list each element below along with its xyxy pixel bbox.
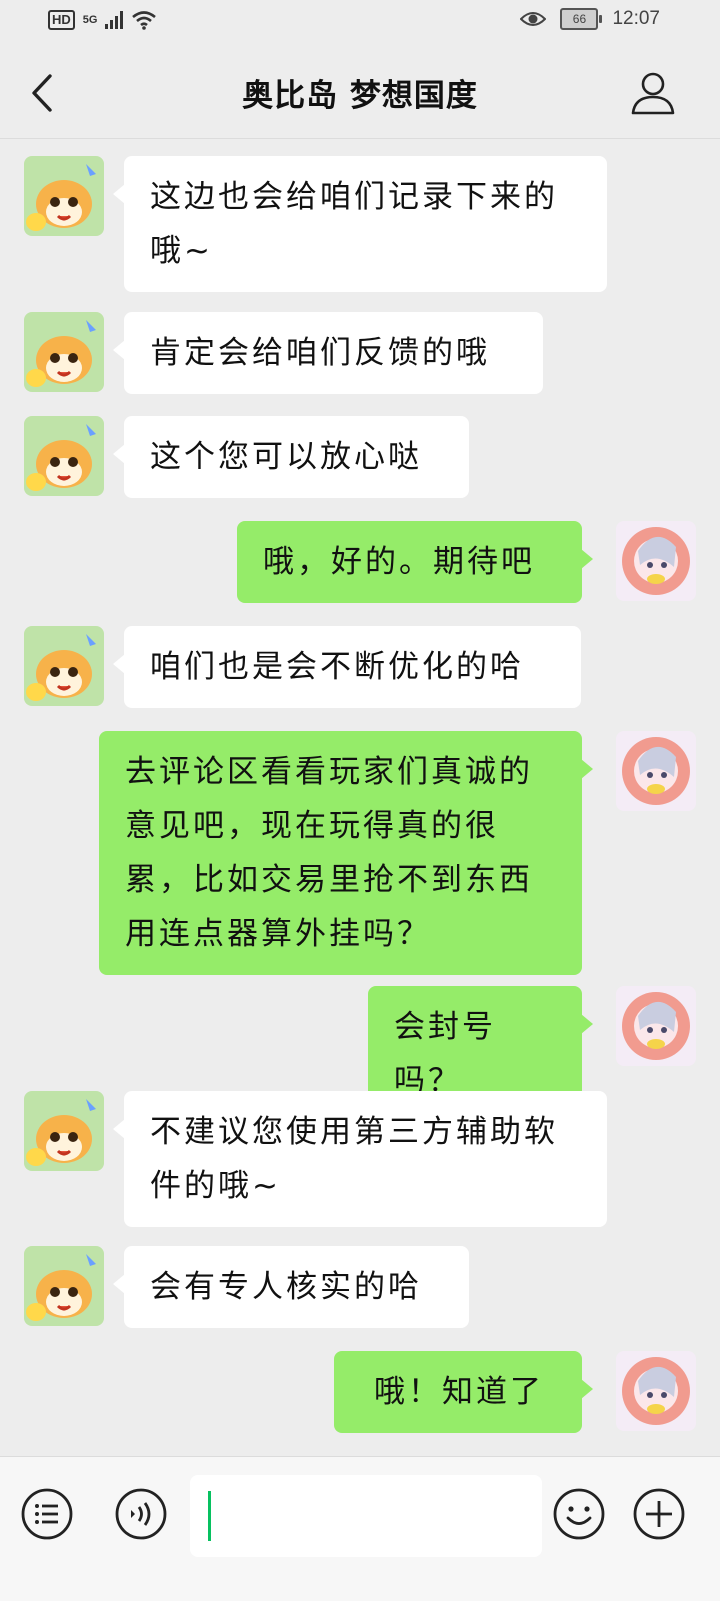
bot-avatar[interactable] — [24, 156, 104, 236]
user-avatar[interactable] — [616, 521, 696, 601]
wifi-icon — [132, 11, 157, 30]
bot-avatar[interactable] — [24, 416, 104, 496]
outgoing-bubble[interactable]: 去评论区看看玩家们真诚的意见吧，现在玩得真的很累，比如交易里抢不到东西用连点器算… — [99, 731, 593, 975]
eye-icon — [520, 12, 547, 26]
chat-header: 奥比岛 梦想国度 — [0, 48, 720, 138]
bot-avatar[interactable] — [24, 312, 104, 392]
voice-icon[interactable] — [114, 1487, 168, 1541]
incoming-bubble[interactable]: 肯定会给咱们反馈的哦 — [113, 312, 543, 394]
chat-title: 奥比岛 梦想国度 — [242, 78, 478, 114]
text-caret — [208, 1491, 211, 1541]
outgoing-bubble[interactable]: 哦！知道了 — [334, 1351, 593, 1433]
bot-avatar[interactable] — [24, 1091, 104, 1171]
user-avatar[interactable] — [616, 731, 696, 811]
user-avatar[interactable] — [616, 986, 696, 1066]
incoming-bubble[interactable]: 会有专人核实的哈 — [113, 1246, 469, 1328]
incoming-bubble[interactable]: 咱们也是会不断优化的哈 — [113, 626, 581, 708]
hd-indicator: HD — [48, 10, 75, 30]
bot-avatar[interactable] — [24, 1246, 104, 1326]
plus-icon[interactable] — [632, 1487, 686, 1541]
list-menu-icon[interactable] — [20, 1487, 74, 1541]
bot-avatar[interactable] — [24, 626, 104, 706]
status-left: HD 5G — [48, 10, 157, 30]
person-icon[interactable] — [630, 70, 676, 116]
status-bar: HD 5G 66 12:07 — [0, 0, 720, 44]
clock: 12:07 — [612, 8, 660, 29]
header-divider — [0, 138, 720, 139]
signal-icon — [105, 11, 124, 29]
smiley-icon[interactable] — [552, 1487, 606, 1541]
status-right: 66 12:07 — [520, 8, 660, 30]
input-bar — [0, 1456, 720, 1601]
incoming-bubble[interactable]: 这个您可以放心哒 — [113, 416, 469, 498]
incoming-bubble[interactable]: 这边也会给咱们记录下来的哦~ — [113, 156, 607, 292]
user-avatar[interactable] — [616, 1351, 696, 1431]
outgoing-bubble[interactable]: 哦，好的。期待吧 — [237, 521, 593, 603]
message-input[interactable] — [190, 1475, 542, 1557]
network-type: 5G — [82, 14, 98, 26]
battery-indicator: 66 — [560, 8, 603, 30]
incoming-bubble[interactable]: 不建议您使用第三方辅助软件的哦~ — [113, 1091, 607, 1227]
